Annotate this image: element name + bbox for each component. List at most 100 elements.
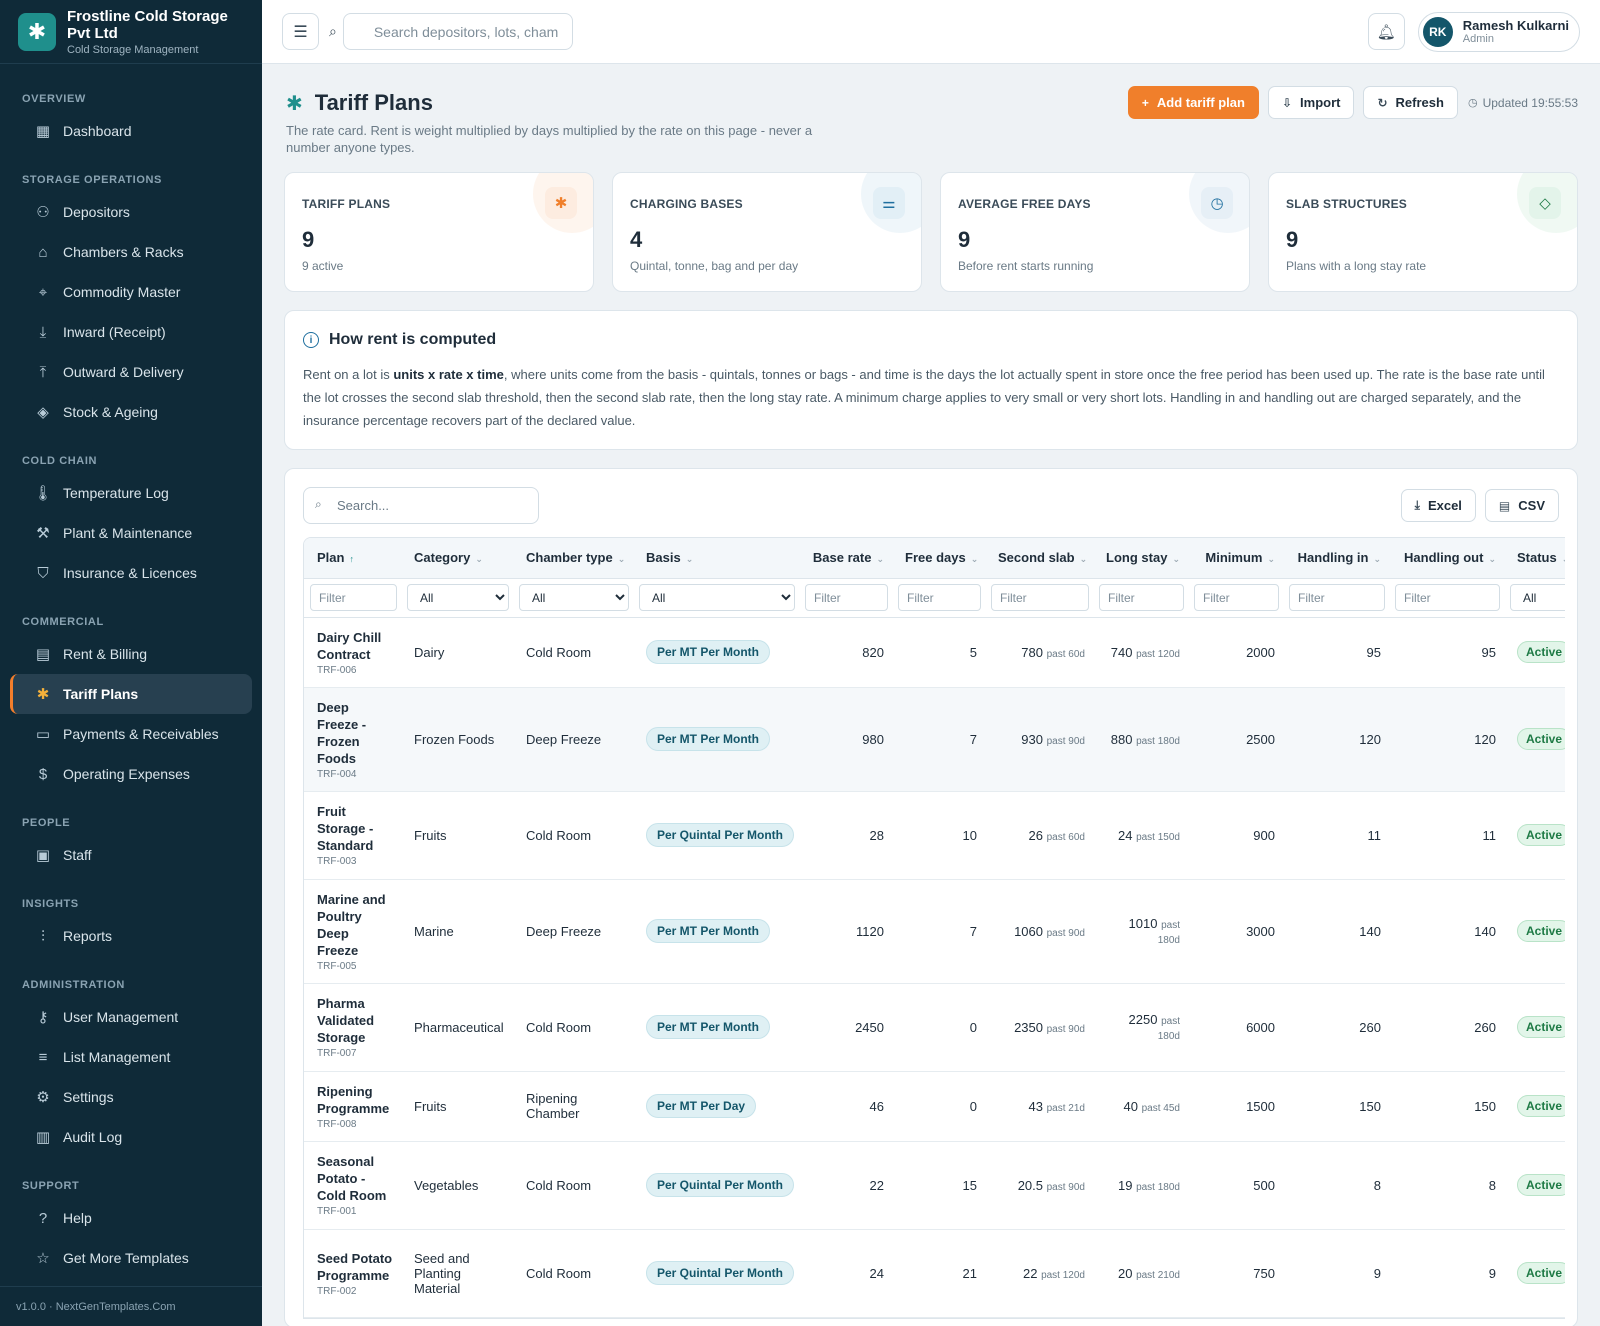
column-header-basis[interactable]: Basis ⌄: [633, 538, 799, 579]
column-header-status[interactable]: Status ⌄: [1504, 538, 1565, 579]
sidebar-item-audit-log[interactable]: ▥ Audit Log: [10, 1117, 252, 1157]
sidebar-item-stock-ageing[interactable]: ◈ Stock & Ageing: [10, 392, 252, 432]
filter-input-minimum[interactable]: [1194, 584, 1279, 611]
plan-name[interactable]: Dairy Chill Contract: [317, 629, 393, 663]
plan-name[interactable]: Deep Freeze - Frozen Foods: [317, 699, 393, 767]
sidebar-item-inward-receipt[interactable]: ⤓ Inward (Receipt): [10, 312, 252, 352]
sidebar-item-insurance-licences[interactable]: ⛉ Insurance & Licences: [10, 553, 252, 593]
nav-section-title: SUPPORT: [22, 1180, 80, 1192]
table-row[interactable]: Ripening Programme TRF-008 Fruits Ripenin…: [304, 1071, 1565, 1142]
export-csv-button[interactable]: ▤ CSV: [1484, 489, 1559, 522]
user-name: Ramesh Kulkarni: [1462, 18, 1569, 33]
status-cell: Active: [1504, 617, 1565, 688]
plan-name[interactable]: Pharma Validated Storage: [317, 995, 393, 1046]
column-header-second-slab[interactable]: Second slab ⌄: [985, 538, 1093, 579]
sidebar-item-staff[interactable]: ▣ Staff: [10, 835, 252, 875]
plan-name[interactable]: Fruit Storage - Standard: [317, 803, 393, 854]
filter-input-long-stay[interactable]: [1099, 584, 1184, 611]
table-search-input[interactable]: [303, 487, 539, 524]
global-search-input[interactable]: [342, 13, 573, 50]
excel-label: Excel: [1427, 498, 1462, 513]
status-badge: Active: [1517, 1174, 1565, 1196]
import-button[interactable]: ⇩ Import: [1267, 86, 1355, 119]
menu-toggle-button[interactable]: ☰: [282, 13, 319, 50]
filter-select-chamber-type[interactable]: All: [519, 584, 629, 611]
sidebar-item-reports[interactable]: ⫶ Reports: [10, 916, 252, 956]
sidebar-item-plant-maintenance[interactable]: ⚒ Plant & Maintenance: [10, 513, 252, 553]
column-header-category[interactable]: Category ⌄: [401, 538, 513, 579]
filter-select-basis[interactable]: All: [639, 584, 795, 611]
sidebar-item-rent-billing[interactable]: ▤ Rent & Billing: [10, 634, 252, 674]
column-header-minimum[interactable]: Minimum ⌄: [1188, 538, 1283, 579]
refresh-label: Refresh: [1395, 95, 1444, 110]
table-row[interactable]: Marine and Poultry Deep Freeze TRF-005 Ma…: [304, 879, 1565, 984]
column-header-handling-out[interactable]: Handling out ⌄: [1389, 538, 1504, 579]
table-row[interactable]: Dairy Chill Contract TRF-006 Dairy Cold R…: [304, 617, 1565, 688]
long-stay-value: 2250: [1128, 1012, 1158, 1027]
filter-input-handling-out[interactable]: [1395, 584, 1500, 611]
notifications-button[interactable]: 🔔︎: [1367, 13, 1405, 50]
filter-cell: All: [401, 578, 513, 618]
plan-name[interactable]: Marine and Poultry Deep Freeze: [317, 891, 393, 959]
column-header-free-days[interactable]: Free days ⌄: [892, 538, 985, 579]
sidebar-item-chambers-racks[interactable]: ⌂ Chambers & Racks: [10, 232, 252, 272]
sidebar-item-label: Plant & Maintenance: [63, 525, 193, 541]
export-excel-button[interactable]: ⤓ Excel: [1400, 489, 1476, 522]
sidebar-item-help[interactable]: ? Help: [10, 1198, 252, 1238]
table-row[interactable]: Seed Potato Programme TRF-002 Seed and Pl…: [304, 1229, 1565, 1318]
nav-section-title: INSIGHTS: [22, 898, 79, 910]
long-stay-value: 40: [1123, 1098, 1138, 1114]
nav-section-title: PEOPLE: [22, 817, 71, 829]
column-header-label: Category: [414, 550, 471, 566]
sidebar-item-user-management[interactable]: ⚷ User Management: [10, 997, 252, 1037]
sidebar-item-temperature-log[interactable]: 🌡︎ Temperature Log: [10, 473, 252, 513]
column-header-label: Basis: [646, 550, 681, 566]
plan-name[interactable]: Ripening Programme: [317, 1083, 393, 1117]
column-header-plan[interactable]: Plan ↑: [304, 538, 401, 579]
plan-name[interactable]: Seed Potato Programme: [317, 1250, 393, 1284]
sidebar-item-settings[interactable]: ⚙ Settings: [10, 1077, 252, 1117]
sidebar-item-depositors[interactable]: ⚇ Depositors: [10, 192, 252, 232]
table-scroll[interactable]: Plan ↑ Category ⌄ Chamber type ⌄ Basis ⌄ Base ra…: [303, 537, 1565, 1319]
sidebar-item-outward-delivery[interactable]: ⤒ Outward & Delivery: [10, 352, 252, 392]
long-stay-cell: 40 past 45d: [1093, 1071, 1188, 1142]
sidebar-item-tariff-plans[interactable]: ✱ Tariff Plans: [10, 674, 252, 714]
download-icon: ⤓: [1414, 498, 1420, 512]
sidebar-item-operating-expenses[interactable]: $ Operating Expenses: [10, 754, 252, 794]
filter-select-status[interactable]: All: [1510, 584, 1565, 611]
table-row[interactable]: Deep Freeze - Frozen Foods TRF-004 Frozen…: [304, 687, 1565, 792]
chamber-type-cell: Cold Room: [513, 983, 633, 1072]
clock-icon: ◷: [1201, 187, 1233, 219]
filter-input-plan[interactable]: [310, 584, 397, 611]
column-header-handling-in[interactable]: Handling in ⌄: [1283, 538, 1389, 579]
base-rate-cell: 22: [799, 1141, 892, 1230]
sidebar-item-list-management[interactable]: ≡ List Management: [10, 1037, 252, 1077]
stat-cards: ✱ TARIFF PLANS 9 9 active ⚌ CHARGING BAS…: [284, 172, 1578, 292]
basis-cell: Per Quintal Per Month: [633, 791, 799, 880]
table-row[interactable]: Seasonal Potato - Cold Room TRF-001 Veget…: [304, 1141, 1565, 1230]
plan-name[interactable]: Seasonal Potato - Cold Room: [317, 1153, 393, 1204]
refresh-button[interactable]: ↻ Refresh: [1363, 86, 1458, 119]
sidebar-item-get-more-templates[interactable]: ☆ Get More Templates: [10, 1238, 252, 1278]
filter-input-free-days[interactable]: [898, 584, 981, 611]
sidebar-item-dashboard[interactable]: ▦ Dashboard: [10, 111, 252, 151]
column-header-base-rate[interactable]: Base rate ⌄: [799, 538, 892, 579]
stat-subtext: Quintal, tonne, bag and per day: [630, 259, 799, 273]
chamber-type-cell: Cold Room: [513, 1141, 633, 1230]
table-row[interactable]: Fruit Storage - Standard TRF-003 Fruits C…: [304, 791, 1565, 880]
filter-input-second-slab[interactable]: [991, 584, 1089, 611]
stat-value: 9: [302, 227, 315, 252]
column-header-label: Chamber type: [526, 550, 613, 566]
filter-input-handling-in[interactable]: [1289, 584, 1385, 611]
user-menu[interactable]: RK Ramesh Kulkarni Admin: [1417, 11, 1580, 52]
column-header-long-stay[interactable]: Long stay ⌄: [1093, 538, 1188, 579]
star-icon: ☆: [36, 1250, 50, 1267]
filter-select-category[interactable]: All: [407, 584, 509, 611]
sidebar-item-payments-receivables[interactable]: ▭ Payments & Receivables: [10, 714, 252, 754]
long-stay-cell: 740 past 120d: [1093, 617, 1188, 688]
add-tariff-plan-button[interactable]: + Add tariff plan: [1127, 86, 1259, 119]
filter-input-base-rate[interactable]: [805, 584, 888, 611]
column-header-chamber-type[interactable]: Chamber type ⌄: [513, 538, 633, 579]
sidebar-item-commodity-master[interactable]: ⌖ Commodity Master: [10, 272, 252, 312]
table-row[interactable]: Pharma Validated Storage TRF-007 Pharmace…: [304, 983, 1565, 1072]
